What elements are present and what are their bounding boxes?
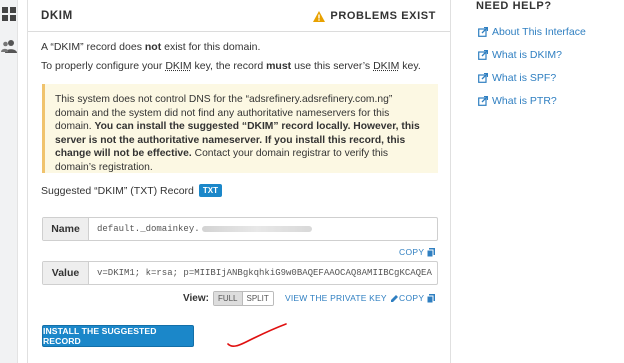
- name-label: Name: [43, 218, 89, 240]
- view-toggle-row: View: FULL SPLIT: [183, 291, 274, 306]
- red-annotation-mark: [227, 323, 287, 347]
- external-link-icon: [478, 96, 488, 106]
- text-emphasis: must: [266, 60, 292, 72]
- help-link-dkim[interactable]: What is DKIM?: [478, 49, 562, 61]
- install-suggested-record-button[interactable]: INSTALL THE SUGGESTED RECORD: [42, 325, 194, 347]
- text-segment: use this server’s: [291, 60, 374, 72]
- copy-label: COPY: [399, 247, 425, 257]
- external-link-icon: [478, 27, 488, 37]
- view-toggle: FULL SPLIT: [212, 291, 274, 306]
- copy-icon: [427, 247, 436, 257]
- help-link-label: About This Interface: [492, 26, 586, 38]
- dkim-panel: DKIM PROBLEMS EXIST A “DKIM” record does…: [27, 0, 451, 363]
- copy-icon: [427, 293, 436, 303]
- need-help-heading: NEED HELP?: [476, 0, 552, 12]
- view-label: View:: [183, 293, 209, 304]
- users-icon[interactable]: [1, 38, 17, 54]
- suggested-record-label: Suggested “DKIM” (TXT) Record: [41, 184, 194, 197]
- help-link-label: What is SPF?: [492, 72, 557, 84]
- text-segment: key, the record: [191, 60, 267, 72]
- help-link-label: What is DKIM?: [492, 49, 563, 61]
- dkim-abbr: DKIM: [373, 60, 400, 72]
- panel-title: DKIM: [41, 10, 73, 22]
- value-field: Value v=DKIM1; k=rsa; p=MIIBIjANBgkqhkiG…: [42, 261, 438, 285]
- help-link-about[interactable]: About This Interface: [478, 26, 586, 38]
- text-segment: To properly configure your: [41, 60, 166, 72]
- apps-grid-icon[interactable]: [1, 6, 17, 22]
- value-value-text: v=DKIM1; k=rsa; p=MIIBIjANBgkqhkiG9w0BAQ…: [97, 268, 432, 278]
- redacted-text: [201, 226, 312, 232]
- status-text: PROBLEMS EXIST: [330, 10, 436, 22]
- name-value[interactable]: default._domainkey.: [89, 218, 437, 240]
- view-split-button[interactable]: SPLIT: [242, 292, 273, 305]
- help-link-label: What is PTR?: [492, 95, 557, 107]
- view-private-key-link[interactable]: VIEW THE PRIVATE KEY: [285, 293, 399, 303]
- text-segment: key.: [399, 60, 421, 72]
- text-segment: A “DKIM” record does: [41, 41, 145, 53]
- suggested-record-heading: Suggested “DKIM” (TXT) Record TXT: [41, 184, 222, 197]
- help-link-ptr[interactable]: What is PTR?: [478, 95, 557, 107]
- name-value-text: default._domainkey.: [97, 224, 200, 234]
- view-private-key-label: VIEW THE PRIVATE KEY: [285, 293, 387, 303]
- configure-text: To properly configure your DKIM key, the…: [41, 60, 421, 72]
- dns-warning-callout: This system does not control DNS for the…: [42, 84, 438, 173]
- pencil-icon: [390, 294, 398, 302]
- copy-value-button[interactable]: COPY: [399, 293, 436, 303]
- copy-name-button[interactable]: COPY: [399, 247, 436, 257]
- copy-label: COPY: [399, 293, 425, 303]
- external-link-icon: [478, 73, 488, 83]
- external-link-icon: [478, 50, 488, 60]
- text-emphasis: not: [144, 41, 162, 53]
- warning-icon: [313, 10, 326, 22]
- side-rail: [0, 0, 18, 363]
- panel-header: DKIM PROBLEMS EXIST: [28, 0, 450, 32]
- value-value[interactable]: v=DKIM1; k=rsa; p=MIIBIjANBgkqhkiG9w0BAQ…: [89, 262, 437, 284]
- dkim-abbr: DKIM: [165, 60, 192, 72]
- text-segment: exist for this domain.: [161, 41, 261, 53]
- record-missing-text: A “DKIM” record does not exist for this …: [41, 41, 260, 53]
- help-link-spf[interactable]: What is SPF?: [478, 72, 556, 84]
- value-label: Value: [43, 262, 89, 284]
- txt-badge: TXT: [198, 184, 222, 197]
- status-badge: PROBLEMS EXIST: [313, 10, 436, 22]
- name-field: Name default._domainkey.: [42, 217, 438, 241]
- view-full-button[interactable]: FULL: [213, 292, 243, 305]
